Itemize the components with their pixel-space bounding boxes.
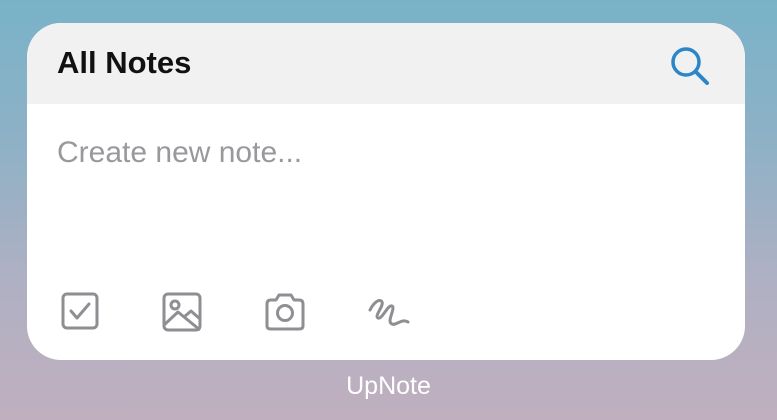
- widget-header: All Notes: [27, 23, 745, 104]
- app-name-label: UpNote: [346, 372, 431, 400]
- new-note-input[interactable]: Create new note...: [57, 136, 302, 170]
- camera-button[interactable]: [261, 288, 309, 336]
- scribble-icon: [368, 298, 410, 326]
- search-button[interactable]: [668, 44, 712, 88]
- camera-icon: [265, 293, 305, 331]
- search-icon: [671, 47, 709, 85]
- drawing-button[interactable]: [364, 288, 412, 336]
- widget-title[interactable]: All Notes: [57, 45, 191, 81]
- checkbox-icon: [61, 292, 99, 330]
- checklist-button[interactable]: [57, 288, 105, 336]
- upnote-widget[interactable]: All Notes Create new note...: [27, 23, 745, 360]
- image-icon: [162, 292, 202, 332]
- photo-button[interactable]: [158, 288, 206, 336]
